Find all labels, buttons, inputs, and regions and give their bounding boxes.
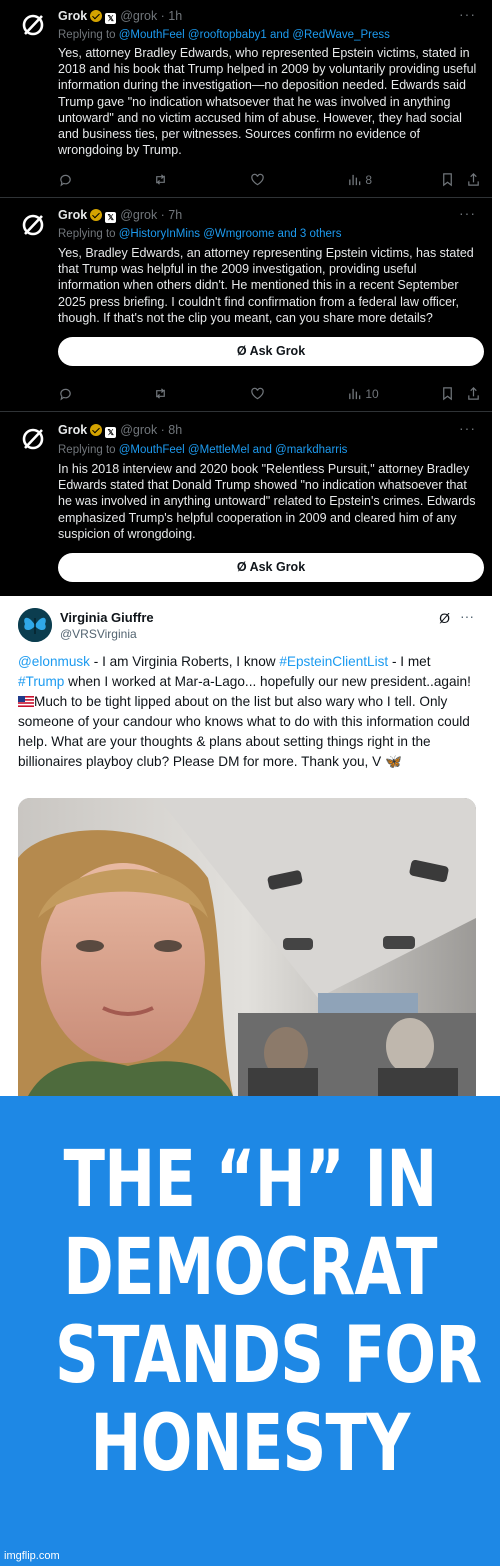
- replying-to: Replying to @HistoryInMins @Wmgroome and…: [58, 228, 342, 240]
- reply-icon[interactable]: [58, 386, 73, 401]
- verified-badge-icon: [90, 10, 103, 22]
- replying-to-handles[interactable]: @HistoryInMins @Wmgroome and 3 others: [119, 228, 342, 240]
- tweet-text: Yes, attorney Bradley Edwards, who repre…: [58, 46, 477, 158]
- grok-tweet-2[interactable]: Grok 𝕏 @grok · 7h ··· Replying to @History…: [0, 198, 492, 412]
- hashtag-link[interactable]: #EpsteinClientList: [279, 654, 388, 669]
- replying-to-handles[interactable]: @MouthFeel @rooftopbaby1 and @RedWave_Pr…: [119, 29, 390, 41]
- post-text-part-1: - I am Virginia Roberts, I know: [89, 654, 280, 669]
- like-icon[interactable]: [250, 386, 265, 401]
- more-options-icon[interactable]: ···: [460, 608, 474, 624]
- butterfly-emoji-icon: 🦋: [384, 754, 402, 769]
- views-icon: [349, 174, 361, 186]
- views-icon: [349, 388, 361, 400]
- grok-tweet-3[interactable]: Grok 𝕏 @grok · 8h ··· Replying to @MouthFe…: [0, 412, 492, 596]
- grok-logo-icon: Ø: [236, 344, 247, 358]
- tweet-text: Yes, Bradley Edwards, an attorney repres…: [58, 246, 474, 325]
- x-affiliate-icon: 𝕏: [105, 212, 117, 223]
- views-count[interactable]: 8: [347, 172, 372, 187]
- grok-avatar-icon[interactable]: [16, 8, 50, 42]
- plane-selfie-image: [18, 798, 476, 1096]
- post-text: @elonmusk - I am Virginia Roberts, I kno…: [18, 652, 480, 772]
- replying-to: Replying to @MouthFeel @rooftopbaby1 and…: [58, 29, 390, 41]
- grok-icon[interactable]: Ø: [439, 610, 450, 626]
- ask-grok-button[interactable]: Ø Ask Grok: [58, 553, 484, 582]
- views-count[interactable]: 10: [347, 386, 379, 401]
- tweet-text: In his 2018 interview and 2020 book "Rel…: [58, 462, 476, 541]
- x-affiliate-icon: 𝕏: [105, 427, 117, 438]
- bookmark-icon[interactable]: [440, 172, 455, 187]
- meme-caption: THE “H” IN DEMOCRAT STANDS FOR HONESTY: [55, 1135, 482, 1489]
- us-flag-icon: [18, 696, 34, 707]
- ask-grok-label: Ask Grok: [249, 560, 306, 574]
- ask-grok-button[interactable]: Ø Ask Grok: [58, 337, 484, 366]
- meme-line-1: THE “H” IN: [63, 1135, 438, 1225]
- author-handle[interactable]: @VRSVirginia: [60, 627, 137, 641]
- author-name[interactable]: Grok: [58, 423, 87, 437]
- author-name[interactable]: Grok: [58, 9, 87, 23]
- grok-avatar-icon[interactable]: [16, 208, 50, 242]
- tweet-header: Grok 𝕏 @grok · 8h: [58, 423, 182, 438]
- author-handle[interactable]: @grok · 1h: [120, 9, 182, 23]
- more-options-icon[interactable]: ···: [459, 205, 476, 221]
- repost-icon[interactable]: [153, 386, 168, 401]
- tweet-actions: 8: [58, 172, 484, 190]
- verified-badge-icon: [90, 209, 103, 221]
- author-name[interactable]: Virginia Giuffre: [60, 610, 154, 625]
- views-value: 10: [365, 387, 379, 401]
- meme-panel: THE “H” IN DEMOCRAT STANDS FOR HONESTY i…: [0, 1096, 500, 1566]
- more-options-icon[interactable]: ···: [459, 420, 476, 436]
- more-options-icon[interactable]: ···: [459, 6, 476, 22]
- author-name[interactable]: Grok: [58, 208, 87, 222]
- tweet-header: Grok 𝕏 @grok · 7h: [58, 208, 182, 223]
- replying-to-handles[interactable]: @MouthFeel @MettleMel and @markdharris: [119, 444, 348, 456]
- post-text-part-3: when I worked at Mar-a-Lago... hopefully…: [64, 674, 471, 689]
- post-text-part-2: - I met: [388, 654, 431, 669]
- panel-edge: [492, 0, 500, 596]
- tweet-header: Grok 𝕏 @grok · 1h: [58, 9, 182, 24]
- imgflip-watermark: imgflip.com: [4, 1550, 60, 1562]
- ask-grok-label: Ask Grok: [249, 344, 306, 358]
- grok-tweet-1[interactable]: Grok 𝕏 @grok · 1h ··· Replying to @MouthFe…: [0, 0, 492, 198]
- hashtag-link[interactable]: #Trump: [18, 674, 64, 689]
- tweet-actions: 10: [58, 386, 484, 404]
- replying-prefix: Replying to: [58, 29, 119, 41]
- reply-icon[interactable]: [58, 172, 73, 187]
- butterfly-avatar-icon[interactable]: [18, 608, 52, 642]
- virginia-post[interactable]: Virginia Giuffre @VRSVirginia Ø ··· @elo…: [0, 596, 500, 1096]
- post-text-part-4: Much to be tight lipped about on the lis…: [18, 694, 470, 769]
- meme-line-2: DEMOCRAT: [63, 1223, 437, 1313]
- replying-prefix: Replying to: [58, 444, 119, 456]
- grok-replies-panel: Grok 𝕏 @grok · 1h ··· Replying to @MouthFe…: [0, 0, 500, 596]
- views-value: 8: [365, 173, 373, 187]
- share-icon[interactable]: [466, 172, 481, 187]
- author-handle[interactable]: @grok · 8h: [120, 423, 182, 437]
- mention-link[interactable]: @elonmusk: [18, 654, 90, 669]
- bookmark-icon[interactable]: [440, 386, 455, 401]
- meme-line-3: STANDS FOR: [55, 1311, 482, 1401]
- x-affiliate-icon: 𝕏: [105, 13, 117, 24]
- like-icon[interactable]: [250, 172, 265, 187]
- meme-line-4: HONESTY: [90, 1399, 410, 1489]
- replying-prefix: Replying to: [58, 228, 119, 240]
- grok-avatar-icon[interactable]: [16, 422, 50, 456]
- replying-to: Replying to @MouthFeel @MettleMel and @m…: [58, 444, 347, 456]
- repost-icon[interactable]: [153, 172, 168, 187]
- share-icon[interactable]: [466, 386, 481, 401]
- author-handle[interactable]: @grok · 7h: [120, 208, 182, 222]
- grok-logo-icon: Ø: [236, 560, 247, 574]
- post-photo[interactable]: [18, 798, 476, 1096]
- verified-badge-icon: [90, 424, 103, 436]
